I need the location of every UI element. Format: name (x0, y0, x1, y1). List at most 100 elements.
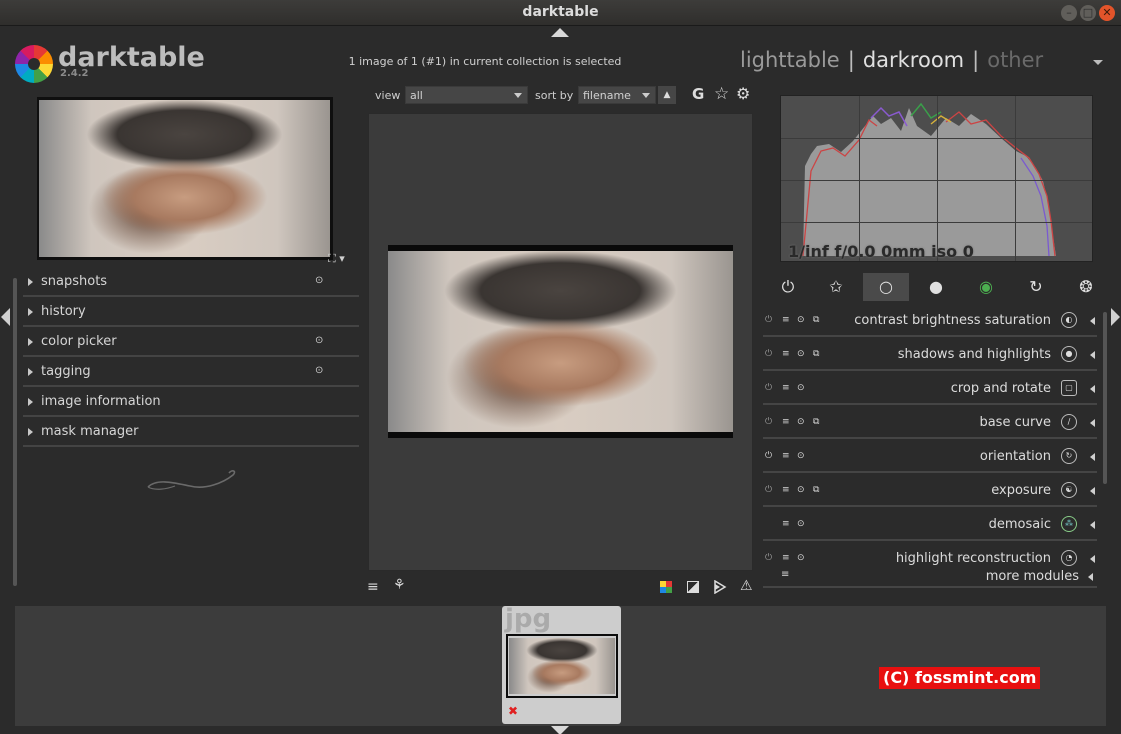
tone-group-icon[interactable]: ● (913, 273, 959, 301)
reset-icon[interactable]: ⊙ (797, 553, 805, 563)
color-assessment-icon[interactable] (660, 581, 672, 593)
module-orientation[interactable]: ⏻ ≡ ⊙ orientation ↻ (763, 441, 1097, 473)
navigation-thumbnail[interactable] (37, 97, 333, 260)
basic-group-icon[interactable]: ○ (863, 273, 909, 301)
power-icon[interactable]: ⏻ (765, 349, 772, 359)
multi-instance-icon[interactable]: ≡ (782, 315, 790, 325)
minimize-icon[interactable]: – (1061, 5, 1077, 21)
left-scrollbar[interactable] (13, 278, 17, 586)
module-demosaic[interactable]: ≡ ⊙ demosaic ⁂ (763, 509, 1097, 541)
multi-instance-icon[interactable]: ≡ (782, 553, 790, 563)
grouping-button[interactable]: G (692, 85, 704, 103)
expand-arrow-icon[interactable] (1090, 555, 1095, 563)
power-icon[interactable]: ⏻ (765, 451, 772, 461)
right-panel-collapse-icon[interactable] (1111, 308, 1120, 326)
close-icon[interactable]: ✕ (1099, 5, 1115, 21)
module-mask-manager[interactable]: mask manager (23, 419, 359, 447)
pin-icon[interactable]: ⊙ (315, 275, 323, 286)
styles-icon[interactable]: ⚘ (393, 577, 406, 593)
reset-icon[interactable]: ⊙ (797, 383, 805, 393)
gear-icon[interactable]: ⚙ (736, 84, 750, 103)
more-modules-label: more modules (985, 569, 1079, 584)
reject-icon[interactable]: ✖ (508, 704, 518, 718)
view-filter-select[interactable]: all (405, 86, 528, 104)
reset-icon[interactable]: ⊙ (797, 315, 805, 325)
histogram[interactable]: 1/inf f/0.0 0mm iso 0 (780, 95, 1093, 262)
module-image-information[interactable]: image information (23, 389, 359, 417)
power-icon[interactable]: ⏻ (765, 417, 772, 427)
module-label: history (41, 304, 86, 319)
module-crop-and-rotate[interactable]: ⏻ ≡ ⊙ crop and rotate ▢ (763, 373, 1097, 405)
module-base-curve[interactable]: ⏻ ≡ ⊙ ⧉ base curve ∕ (763, 407, 1097, 439)
expand-arrow-icon[interactable] (1090, 521, 1095, 529)
effect-group-icon[interactable]: ❂ (1063, 273, 1109, 301)
right-scrollbar[interactable] (1103, 312, 1107, 484)
presets-icon[interactable]: ⧉ (813, 485, 819, 495)
maximize-icon[interactable]: □ (1080, 5, 1096, 21)
view-other[interactable]: other (987, 48, 1043, 72)
module-exposure[interactable]: ⏻ ≡ ⊙ ⧉ exposure ☯ (763, 475, 1097, 507)
more-modules[interactable]: ≡ more modules (763, 566, 1097, 588)
sort-select[interactable]: filename (578, 86, 656, 104)
module-history[interactable]: history (23, 299, 359, 327)
multi-instance-icon[interactable]: ≡ (782, 519, 790, 529)
multi-instance-icon[interactable]: ≡ (782, 451, 790, 461)
power-icon[interactable]: ⏻ (765, 383, 772, 393)
views-dropdown-icon[interactable] (1093, 60, 1103, 65)
quick-presets-icon[interactable]: ≡ (367, 579, 379, 595)
pin-icon[interactable]: ⊙ (315, 365, 323, 376)
expand-arrow-icon[interactable] (1090, 317, 1095, 325)
left-panel-collapse-icon[interactable] (1, 308, 10, 326)
view-switcher: lighttable | darkroom | other (740, 48, 1043, 72)
module-label: exposure (991, 483, 1051, 498)
power-icon[interactable]: ⏻ (765, 553, 772, 563)
top-panel-collapse-icon[interactable] (551, 28, 569, 37)
module-label: demosaic (988, 517, 1051, 532)
shadows-icon: ● (1061, 346, 1077, 362)
power-icon[interactable]: ⏻ (765, 485, 772, 495)
presets-icon[interactable]: ⧉ (813, 417, 819, 427)
gamut-check-icon[interactable]: ⚠ (740, 578, 753, 594)
correct-group-icon[interactable]: ↻ (1013, 273, 1059, 301)
pin-icon[interactable]: ⊙ (315, 335, 323, 346)
color-group-icon[interactable]: ◉ (963, 273, 1009, 301)
expand-arrow-icon[interactable] (1090, 419, 1095, 427)
expand-arrow-icon[interactable] (1088, 573, 1093, 581)
multi-instance-icon[interactable]: ≡ (782, 349, 790, 359)
module-highlight-reconstruction[interactable]: ⏻ ≡ ⊙ highlight reconstruction ◔ (763, 543, 1097, 567)
multi-instance-icon[interactable]: ≡ (782, 417, 790, 427)
orientation-icon: ↻ (1061, 448, 1077, 464)
presets-icon[interactable]: ⧉ (813, 349, 819, 359)
view-lighttable[interactable]: lighttable (740, 48, 840, 72)
power-icon[interactable]: ⏻ (765, 273, 811, 301)
softproof-icon[interactable] (713, 580, 727, 594)
module-color-picker[interactable]: color picker ⊙ (23, 329, 359, 357)
multi-instance-icon[interactable]: ≡ (782, 383, 790, 393)
main-image[interactable] (388, 245, 733, 438)
bottom-panel-collapse-icon[interactable] (551, 726, 569, 734)
module-shadows-and-highlights[interactable]: ⏻ ≡ ⊙ ⧉ shadows and highlights ● (763, 339, 1097, 371)
reset-icon[interactable]: ⊙ (797, 349, 805, 359)
overexposed-icon[interactable] (687, 581, 699, 593)
reset-icon[interactable]: ⊙ (797, 519, 805, 529)
module-label: base curve (979, 415, 1051, 430)
expand-arrow-icon[interactable] (1090, 351, 1095, 359)
star-icon[interactable]: ☆ (714, 84, 729, 104)
expand-arrow-icon[interactable] (1090, 385, 1095, 393)
presets-icon[interactable]: ⧉ (813, 315, 819, 325)
view-darkroom[interactable]: darkroom (863, 48, 964, 72)
expand-arrow-icon[interactable] (1090, 453, 1095, 461)
expand-arrow-icon[interactable] (1090, 487, 1095, 495)
reset-icon[interactable]: ⊙ (797, 485, 805, 495)
module-contrast-brightness-saturation[interactable]: ⏻ ≡ ⊙ ⧉ contrast brightness saturation ◐ (763, 305, 1097, 337)
sort-direction-button[interactable]: ▲ (658, 86, 676, 104)
favorites-icon[interactable]: ✩ (813, 273, 859, 301)
reset-icon[interactable]: ⊙ (797, 417, 805, 427)
multi-instance-icon[interactable]: ≡ (782, 485, 790, 495)
filmstrip-thumbnail[interactable]: jpg ✖ (502, 604, 621, 724)
power-icon[interactable]: ⏻ (765, 315, 772, 325)
reset-icon[interactable]: ⊙ (797, 451, 805, 461)
module-snapshots[interactable]: snapshots ⊙ (23, 269, 359, 297)
zoom-controls[interactable]: ⛶ ▾ (328, 252, 345, 266)
module-tagging[interactable]: tagging ⊙ (23, 359, 359, 387)
